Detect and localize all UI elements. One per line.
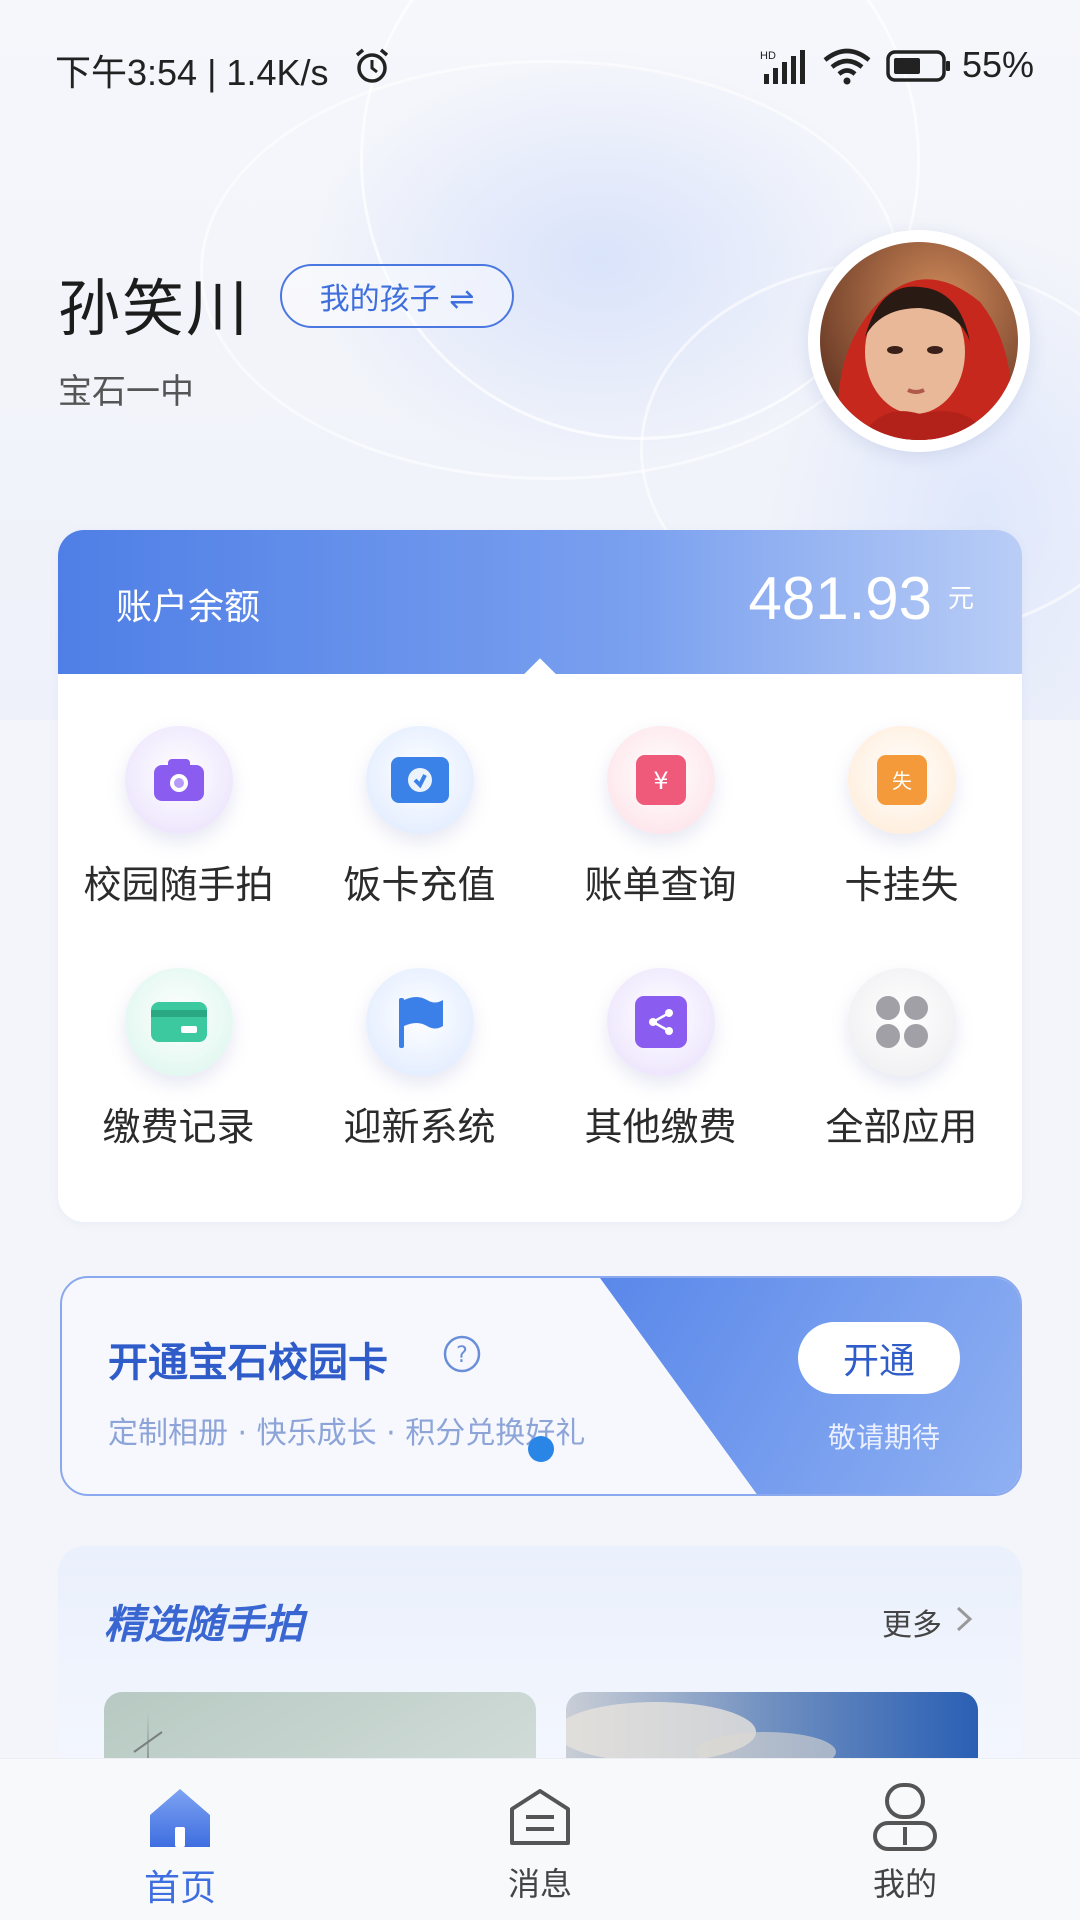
balance-unit: 元 <box>947 584 974 614</box>
svg-text:?: ? <box>456 1343 468 1368</box>
tab-messages[interactable]: 消息 <box>440 1781 640 1911</box>
avatar[interactable] <box>808 230 1030 452</box>
app-label: 饭卡充值 <box>343 863 496 907</box>
avatar-photo <box>820 242 1018 440</box>
app-bill-query[interactable]: ¥ 账单查询 <box>540 726 781 926</box>
app-label: 其他缴费 <box>584 1105 737 1149</box>
banner-accent <box>600 1278 1020 1494</box>
open-button[interactable]: 开通 <box>798 1322 960 1394</box>
tab-home[interactable]: 首页 <box>80 1781 280 1911</box>
tab-profile[interactable]: 我的 <box>805 1781 1005 1911</box>
share-icon <box>634 996 687 1048</box>
banner-title: 开通宝石校园卡 <box>108 1340 388 1386</box>
profile-icon <box>873 1783 937 1851</box>
app-welcome-system[interactable]: 迎新系统 <box>299 968 540 1168</box>
more-link[interactable]: 更多 <box>882 1600 942 1644</box>
app-label: 卡挂失 <box>844 863 959 907</box>
card-loss-icon: 失 <box>876 755 927 805</box>
account-card: 账户余额 481.93 元 校园随手拍 饭卡充值 ¥ 账单查询 失 卡挂失 缴费… <box>58 530 1022 1222</box>
signal-icon: HD <box>760 50 805 84</box>
chevron-right-icon[interactable] <box>952 1602 976 1636</box>
tab-label: 消息 <box>507 1865 572 1903</box>
svg-text:HD: HD <box>760 50 776 62</box>
battery-percentage: 55% <box>962 44 1035 85</box>
app-label: 全部应用 <box>825 1105 978 1149</box>
payment-record-icon <box>150 1002 207 1042</box>
my-child-switch-label: 我的孩子 ⇌ <box>319 282 475 317</box>
card-recharge-icon <box>390 757 449 803</box>
flag-icon <box>398 997 443 1048</box>
alarm-icon <box>355 48 389 83</box>
pager-dot <box>528 1436 554 1462</box>
wifi-icon <box>823 48 871 85</box>
balance-amount: 481.93 <box>748 565 932 632</box>
camera-icon <box>153 759 204 801</box>
status-time: 下午3:54 | 1.4K/s <box>55 52 329 93</box>
open-note: 敬请期待 <box>828 1421 941 1454</box>
bottom-tab-bar: 首页 消息 我的 <box>0 1758 1080 1920</box>
battery-icon <box>886 50 950 82</box>
all-apps-icon <box>875 996 928 1048</box>
svg-text:¥: ¥ <box>653 767 668 795</box>
app-label: 迎新系统 <box>343 1105 496 1149</box>
tab-label: 我的 <box>872 1865 937 1903</box>
featured-title: 精选随手拍 <box>104 1602 304 1648</box>
app-label: 缴费记录 <box>102 1105 255 1149</box>
tab-label: 首页 <box>143 1868 216 1909</box>
app-meal-card-recharge[interactable]: 饭卡充值 <box>299 726 540 926</box>
app-payment-records[interactable]: 缴费记录 <box>58 968 299 1168</box>
balance-header[interactable]: 账户余额 481.93 元 <box>58 530 1022 674</box>
help-icon[interactable]: ? <box>442 1334 482 1374</box>
student-name: 孙笑川 <box>58 272 251 345</box>
app-label: 校园随手拍 <box>83 863 274 907</box>
open-campus-card-banner[interactable]: 开通宝石校园卡 ? 定制相册 · 快乐成长 · 积分兑换好礼 开通 敬请期待 <box>60 1276 1022 1496</box>
bill-icon: ¥ <box>635 755 686 805</box>
app-card-report-loss[interactable]: 失 卡挂失 <box>781 726 1022 926</box>
balance-label: 账户余额 <box>116 587 261 628</box>
message-icon <box>510 1789 570 1845</box>
app-campus-snapshot[interactable]: 校园随手拍 <box>58 726 299 926</box>
home-icon <box>150 1789 210 1847</box>
banner-subtitle: 定制相册 · 快乐成长 · 积分兑换好礼 <box>108 1416 586 1451</box>
status-bar: 下午3:54 | 1.4K/s HD 55% <box>0 0 1080 130</box>
app-all-apps[interactable]: 全部应用 <box>781 968 1022 1168</box>
app-label: 账单查询 <box>584 863 737 907</box>
my-child-switch-button[interactable]: 我的孩子 ⇌ <box>280 264 514 328</box>
app-other-payments[interactable]: 其他缴费 <box>540 968 781 1168</box>
svg-text:失: 失 <box>892 769 912 793</box>
school-name: 宝石一中 <box>58 372 194 412</box>
